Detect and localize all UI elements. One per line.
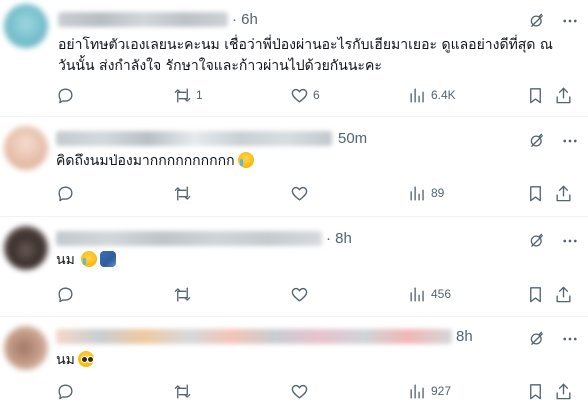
views-icon — [410, 185, 424, 201]
like-count: 6 — [313, 88, 320, 102]
avatar[interactable] — [4, 226, 48, 270]
repost-button[interactable] — [173, 381, 196, 401]
bookmark-icon — [530, 383, 541, 399]
share-icon — [556, 185, 571, 201]
grok-icon[interactable] — [528, 132, 546, 150]
views-button[interactable]: 6.4K — [408, 85, 456, 105]
views-icon — [410, 87, 424, 103]
repost-button[interactable] — [173, 183, 196, 203]
views-count: 927 — [431, 384, 452, 398]
share-button[interactable] — [554, 85, 573, 105]
loudly-crying-face-emoji — [80, 251, 97, 267]
more-options-icon[interactable] — [560, 132, 580, 150]
reply-button[interactable] — [56, 183, 79, 203]
bookmark-icon — [530, 185, 541, 201]
repost-button[interactable]: 1 — [173, 85, 203, 105]
reply-icon — [58, 185, 73, 201]
views-icon — [410, 286, 424, 302]
reply-icon — [58, 383, 73, 399]
post-time[interactable]: · 6h — [232, 11, 258, 28]
share-button[interactable] — [554, 381, 573, 401]
share-button[interactable] — [554, 284, 573, 304]
people-hugging-emoji — [99, 251, 116, 267]
reply-button[interactable] — [56, 85, 79, 105]
like-button[interactable] — [290, 381, 313, 401]
action-bar: 89 — [0, 183, 588, 203]
repost-icon — [174, 87, 191, 103]
pleading-face-emoji — [77, 351, 94, 367]
post-time[interactable]: · 8h — [326, 230, 352, 247]
author-name-blurred[interactable] — [58, 12, 228, 27]
post-time[interactable]: 8h — [456, 328, 473, 345]
action-bar: 1 6 6.4K — [0, 85, 588, 105]
share-button[interactable] — [554, 183, 573, 203]
views-count: 456 — [431, 287, 452, 301]
share-icon — [556, 87, 571, 103]
like-button[interactable] — [290, 284, 313, 304]
views-button[interactable]: 89 — [408, 183, 444, 203]
views-icon — [410, 383, 424, 399]
post-text-line: นม — [56, 252, 75, 268]
post[interactable]: · 6h อย่าโทษตัวเองเลยนะคะนม เชื่อว่าพี่ป… — [0, 0, 588, 117]
author-name-blurred[interactable] — [56, 231, 322, 246]
avatar[interactable] — [4, 126, 48, 170]
grok-icon[interactable] — [528, 12, 546, 30]
like-icon — [291, 384, 308, 399]
grok-icon[interactable] — [528, 232, 546, 250]
reply-button[interactable] — [56, 381, 79, 401]
reply-button[interactable] — [56, 284, 79, 304]
post[interactable]: 8h นม 927 — [0, 317, 588, 410]
post[interactable]: · 8h นม 456 — [0, 217, 588, 317]
bookmark-button[interactable] — [526, 284, 545, 304]
like-icon — [291, 287, 308, 302]
views-button[interactable]: 456 — [408, 284, 451, 304]
post-text-line: วันนั้น ส่งกำลังใจ รักษาใจและก้าวผ่านไปด… — [58, 58, 382, 74]
reply-icon — [58, 87, 73, 103]
like-icon — [291, 186, 308, 201]
action-bar: 927 — [0, 381, 588, 401]
views-count: 89 — [431, 186, 445, 200]
views-count: 6.4K — [431, 88, 456, 102]
loudly-crying-face-emoji — [237, 152, 254, 168]
more-options-icon[interactable] — [560, 12, 580, 30]
share-icon — [556, 383, 571, 399]
post-text: อย่าโทษตัวเองเลยนะคะนม เชื่อว่าพี่ป่องผ่… — [58, 35, 553, 77]
post[interactable]: 50m คิดถึงนมป่องมากกกกกกกกกก 89 — [0, 117, 588, 217]
post-text-line: คิดถึงนมป่องมากกกกกกกกกก — [56, 153, 235, 169]
author-name-blurred[interactable] — [56, 329, 452, 344]
share-icon — [556, 286, 571, 302]
post-text: นม — [56, 350, 94, 371]
more-options-icon[interactable] — [560, 330, 580, 348]
avatar[interactable] — [4, 326, 48, 370]
author-name-blurred[interactable] — [56, 131, 332, 146]
views-button[interactable]: 927 — [408, 381, 451, 401]
post-text: นม — [56, 250, 116, 271]
repost-icon — [174, 185, 191, 201]
bookmark-icon — [530, 87, 541, 103]
like-button[interactable]: 6 — [290, 85, 320, 105]
reply-icon — [58, 286, 73, 302]
more-options-icon[interactable] — [560, 232, 580, 250]
action-bar: 456 — [0, 284, 588, 304]
bookmark-button[interactable] — [526, 381, 545, 401]
bookmark-button[interactable] — [526, 85, 545, 105]
avatar[interactable] — [4, 4, 48, 48]
like-icon — [291, 88, 308, 103]
repost-icon — [174, 383, 191, 399]
like-button[interactable] — [290, 183, 313, 203]
post-time[interactable]: 50m — [338, 130, 367, 147]
repost-icon — [174, 286, 191, 302]
bookmark-icon — [530, 286, 541, 302]
repost-count: 1 — [196, 88, 203, 102]
grok-icon[interactable] — [528, 330, 546, 348]
post-text-line: นม — [56, 352, 75, 368]
post-text: คิดถึงนมป่องมากกกกกกกกกก — [56, 151, 254, 172]
bookmark-button[interactable] — [526, 183, 545, 203]
post-text-line: อย่าโทษตัวเองเลยนะคะนม เชื่อว่าพี่ป่องผ่… — [58, 37, 553, 53]
repost-button[interactable] — [173, 284, 196, 304]
